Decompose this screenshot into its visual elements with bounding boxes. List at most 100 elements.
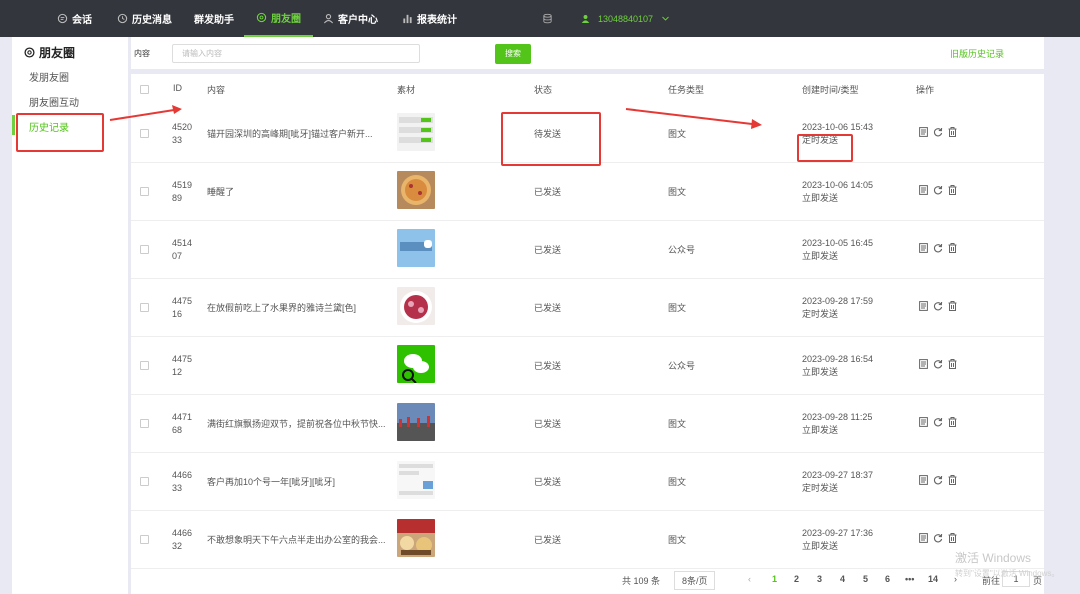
refresh-icon[interactable] <box>933 475 943 488</box>
row-actions <box>919 475 957 488</box>
header-id: ID <box>173 83 182 93</box>
delete-icon[interactable] <box>948 301 957 314</box>
nav-chat[interactable]: 会话 <box>57 0 92 37</box>
table-row: 4466 33 客户再加10个号一年[呲牙][呲牙] 已发送 图文 2023-09-27 … <box>131 453 1044 511</box>
row-created-time: 2023-09-28 16:54 立即发送 <box>802 353 873 379</box>
page-2[interactable]: 2 <box>794 574 799 584</box>
row-task-type: 公众号 <box>668 245 696 255</box>
page-ellipsis[interactable]: ••• <box>905 574 914 584</box>
user-area[interactable]: 13048840107 <box>542 0 670 37</box>
delete-icon[interactable] <box>948 417 957 430</box>
prev-page-button[interactable]: ‹ <box>748 574 751 584</box>
row-actions <box>919 185 957 198</box>
search-input[interactable]: 请输入内容 <box>172 44 420 63</box>
nav-moments[interactable]: 朋友圈 <box>244 0 313 37</box>
row-checkbox[interactable] <box>140 419 149 428</box>
row-id: 4466 33 <box>172 469 192 495</box>
refresh-icon[interactable] <box>933 127 943 140</box>
row-material-thumbnail[interactable] <box>397 403 435 441</box>
page-4[interactable]: 4 <box>840 574 845 584</box>
row-time: 2023-10-05 16:45 <box>802 238 874 248</box>
material-image <box>397 345 435 383</box>
row-actions <box>919 301 957 314</box>
row-id-line2: 68 <box>172 425 183 435</box>
old-history-link[interactable]: 旧版历史记录 <box>950 47 1004 60</box>
row-material-thumbnail[interactable] <box>397 287 435 325</box>
document-icon[interactable] <box>919 417 928 430</box>
delete-icon[interactable] <box>948 127 957 140</box>
nav-reports[interactable]: 报表统计 <box>402 0 457 37</box>
refresh-icon[interactable] <box>933 359 943 372</box>
row-id-line1: 4475 <box>172 354 193 364</box>
material-image <box>397 519 435 557</box>
nav-mass-send[interactable]: 群发助手 <box>194 0 234 37</box>
row-material-thumbnail[interactable] <box>397 229 435 267</box>
delete-icon[interactable] <box>948 243 957 256</box>
refresh-icon[interactable] <box>933 243 943 256</box>
row-checkbox[interactable] <box>140 187 149 196</box>
refresh-icon[interactable] <box>933 301 943 314</box>
select-all-checkbox[interactable] <box>140 85 149 94</box>
table-row: 4475 12 已发送 公众号 2023-09-28 16:54 立即发送 <box>131 337 1044 395</box>
document-icon[interactable] <box>919 243 928 256</box>
header-created-time: 创建时间/类型 <box>802 85 859 95</box>
row-material-thumbnail[interactable] <box>397 461 435 499</box>
row-checkbox[interactable] <box>140 361 149 370</box>
material-image <box>397 229 435 267</box>
nav-customer-center[interactable]: 客户中心 <box>323 0 378 37</box>
row-time: 2023-09-28 11:25 <box>802 412 873 422</box>
row-id: 4475 12 <box>172 353 192 379</box>
row-status: 已发送 <box>534 187 562 197</box>
page-size-value: 8条/页 <box>682 576 708 586</box>
refresh-icon[interactable] <box>933 533 943 546</box>
document-icon[interactable] <box>919 359 928 372</box>
search-button[interactable]: 搜索 <box>495 44 531 64</box>
document-icon[interactable] <box>919 475 928 488</box>
row-actions <box>919 359 957 372</box>
material-image <box>397 171 435 209</box>
document-icon[interactable] <box>919 185 928 198</box>
nav-history-messages[interactable]: 历史消息 <box>117 0 172 37</box>
row-content: 锚开园深圳的高峰期[呲牙]锚过客户新开... <box>207 129 373 139</box>
page-size-select[interactable]: 8条/页 <box>674 571 715 590</box>
row-material-thumbnail[interactable] <box>397 345 435 383</box>
delete-icon[interactable] <box>948 533 957 546</box>
row-task-type: 公众号 <box>668 361 696 371</box>
row-checkbox[interactable] <box>140 477 149 486</box>
row-material-thumbnail[interactable] <box>397 113 435 151</box>
refresh-icon[interactable] <box>933 185 943 198</box>
refresh-icon[interactable] <box>933 417 943 430</box>
page-1[interactable]: 1 <box>772 574 777 584</box>
delete-icon[interactable] <box>948 185 957 198</box>
row-material-thumbnail[interactable] <box>397 171 435 209</box>
document-icon[interactable] <box>919 301 928 314</box>
delete-icon[interactable] <box>948 359 957 372</box>
row-time: 2023-10-06 15:43 <box>802 122 874 132</box>
sidebar-item-moments-interaction[interactable]: 朋友圈互动 <box>29 94 79 109</box>
document-icon[interactable] <box>919 127 928 140</box>
row-content: 满街红旗飘扬迎双节，提前祝各位中秋节快... <box>207 419 386 429</box>
row-time: 2023-10-06 14:05 <box>802 180 874 190</box>
sidebar-item-post-moments[interactable]: 发朋友圈 <box>29 69 69 84</box>
table-row: 4475 16 在放假前吃上了水果界的雅诗兰黛[色] 已发送 图文 2023-09-28 … <box>131 279 1044 337</box>
row-checkbox[interactable] <box>140 129 149 138</box>
page-6[interactable]: 6 <box>885 574 890 584</box>
row-created-time: 2023-09-27 17:36 立即发送 <box>802 527 873 553</box>
search-bar: 内容 请输入内容 搜索 旧版历史记录 <box>131 37 1044 69</box>
page-14[interactable]: 14 <box>928 574 938 584</box>
row-id-line1: 4466 <box>172 470 193 480</box>
page-3[interactable]: 3 <box>817 574 822 584</box>
clock-icon <box>117 13 128 24</box>
header-status: 状态 <box>534 85 553 95</box>
row-checkbox[interactable] <box>140 535 149 544</box>
material-image <box>397 403 435 441</box>
row-actions <box>919 533 957 546</box>
chevron-down-icon <box>662 16 669 21</box>
row-material-thumbnail[interactable] <box>397 519 435 557</box>
row-checkbox[interactable] <box>140 303 149 312</box>
row-id: 4514 07 <box>172 237 192 263</box>
delete-icon[interactable] <box>948 475 957 488</box>
document-icon[interactable] <box>919 533 928 546</box>
page-5[interactable]: 5 <box>863 574 868 584</box>
row-checkbox[interactable] <box>140 245 149 254</box>
